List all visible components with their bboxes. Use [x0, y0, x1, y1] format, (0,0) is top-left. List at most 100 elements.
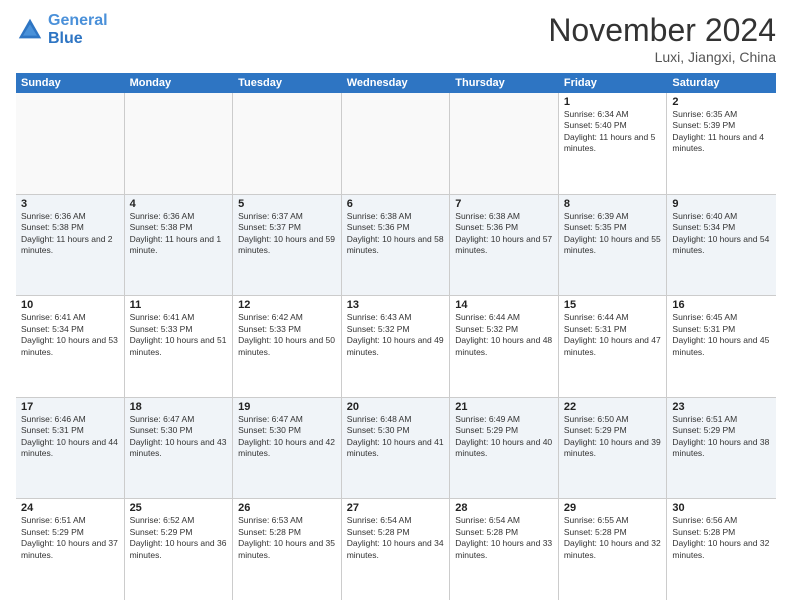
day-number: 4 [130, 198, 228, 210]
calendar-cell-empty [450, 93, 559, 194]
day-info: Sunrise: 6:51 AMSunset: 5:29 PMDaylight:… [672, 414, 771, 460]
day-number: 18 [130, 401, 228, 413]
header: General Blue November 2024 Luxi, Jiangxi… [16, 12, 776, 65]
day-number: 19 [238, 401, 336, 413]
header-cell-thursday: Thursday [450, 73, 559, 93]
day-number: 9 [672, 198, 771, 210]
day-info: Sunrise: 6:44 AMSunset: 5:32 PMDaylight:… [455, 312, 553, 358]
day-info: Sunrise: 6:56 AMSunset: 5:28 PMDaylight:… [672, 515, 771, 561]
calendar-cell-12: 12Sunrise: 6:42 AMSunset: 5:33 PMDayligh… [233, 296, 342, 397]
calendar-cell-24: 24Sunrise: 6:51 AMSunset: 5:29 PMDayligh… [16, 499, 125, 600]
calendar-cell-5: 5Sunrise: 6:37 AMSunset: 5:37 PMDaylight… [233, 195, 342, 296]
calendar-cell-25: 25Sunrise: 6:52 AMSunset: 5:29 PMDayligh… [125, 499, 234, 600]
day-info: Sunrise: 6:39 AMSunset: 5:35 PMDaylight:… [564, 211, 662, 257]
day-number: 16 [672, 299, 771, 311]
calendar-cell-29: 29Sunrise: 6:55 AMSunset: 5:28 PMDayligh… [559, 499, 668, 600]
page: General Blue November 2024 Luxi, Jiangxi… [0, 0, 792, 612]
calendar-row-2: 10Sunrise: 6:41 AMSunset: 5:34 PMDayligh… [16, 296, 776, 398]
calendar-cell-3: 3Sunrise: 6:36 AMSunset: 5:38 PMDaylight… [16, 195, 125, 296]
day-info: Sunrise: 6:50 AMSunset: 5:29 PMDaylight:… [564, 414, 662, 460]
day-number: 11 [130, 299, 228, 311]
day-info: Sunrise: 6:36 AMSunset: 5:38 PMDaylight:… [130, 211, 228, 257]
day-number: 28 [455, 502, 553, 514]
day-info: Sunrise: 6:34 AMSunset: 5:40 PMDaylight:… [564, 109, 662, 155]
day-info: Sunrise: 6:51 AMSunset: 5:29 PMDaylight:… [21, 515, 119, 561]
day-info: Sunrise: 6:38 AMSunset: 5:36 PMDaylight:… [347, 211, 445, 257]
day-info: Sunrise: 6:54 AMSunset: 5:28 PMDaylight:… [455, 515, 553, 561]
day-number: 20 [347, 401, 445, 413]
day-info: Sunrise: 6:46 AMSunset: 5:31 PMDaylight:… [21, 414, 119, 460]
day-info: Sunrise: 6:53 AMSunset: 5:28 PMDaylight:… [238, 515, 336, 561]
calendar-cell-2: 2Sunrise: 6:35 AMSunset: 5:39 PMDaylight… [667, 93, 776, 194]
day-number: 6 [347, 198, 445, 210]
calendar-cell-8: 8Sunrise: 6:39 AMSunset: 5:35 PMDaylight… [559, 195, 668, 296]
day-info: Sunrise: 6:47 AMSunset: 5:30 PMDaylight:… [130, 414, 228, 460]
day-number: 2 [672, 96, 771, 108]
calendar-row-3: 17Sunrise: 6:46 AMSunset: 5:31 PMDayligh… [16, 398, 776, 500]
header-cell-tuesday: Tuesday [233, 73, 342, 93]
day-info: Sunrise: 6:45 AMSunset: 5:31 PMDaylight:… [672, 312, 771, 358]
calendar-cell-30: 30Sunrise: 6:56 AMSunset: 5:28 PMDayligh… [667, 499, 776, 600]
day-info: Sunrise: 6:54 AMSunset: 5:28 PMDaylight:… [347, 515, 445, 561]
calendar-cell-empty [125, 93, 234, 194]
header-cell-monday: Monday [125, 73, 234, 93]
calendar-cell-10: 10Sunrise: 6:41 AMSunset: 5:34 PMDayligh… [16, 296, 125, 397]
day-number: 21 [455, 401, 553, 413]
logo-text: General Blue [48, 12, 108, 47]
day-info: Sunrise: 6:48 AMSunset: 5:30 PMDaylight:… [347, 414, 445, 460]
day-number: 10 [21, 299, 119, 311]
header-cell-friday: Friday [559, 73, 668, 93]
day-number: 29 [564, 502, 662, 514]
calendar-cell-11: 11Sunrise: 6:41 AMSunset: 5:33 PMDayligh… [125, 296, 234, 397]
day-number: 17 [21, 401, 119, 413]
header-cell-sunday: Sunday [16, 73, 125, 93]
day-number: 25 [130, 502, 228, 514]
calendar-cell-empty [16, 93, 125, 194]
month-title: November 2024 [548, 12, 776, 49]
day-info: Sunrise: 6:52 AMSunset: 5:29 PMDaylight:… [130, 515, 228, 561]
title-section: November 2024 Luxi, Jiangxi, China [548, 12, 776, 65]
calendar-cell-21: 21Sunrise: 6:49 AMSunset: 5:29 PMDayligh… [450, 398, 559, 499]
day-info: Sunrise: 6:41 AMSunset: 5:34 PMDaylight:… [21, 312, 119, 358]
calendar-cell-26: 26Sunrise: 6:53 AMSunset: 5:28 PMDayligh… [233, 499, 342, 600]
calendar-cell-9: 9Sunrise: 6:40 AMSunset: 5:34 PMDaylight… [667, 195, 776, 296]
day-info: Sunrise: 6:35 AMSunset: 5:39 PMDaylight:… [672, 109, 771, 155]
calendar-cell-19: 19Sunrise: 6:47 AMSunset: 5:30 PMDayligh… [233, 398, 342, 499]
calendar-cell-27: 27Sunrise: 6:54 AMSunset: 5:28 PMDayligh… [342, 499, 451, 600]
day-info: Sunrise: 6:44 AMSunset: 5:31 PMDaylight:… [564, 312, 662, 358]
day-info: Sunrise: 6:49 AMSunset: 5:29 PMDaylight:… [455, 414, 553, 460]
calendar-cell-28: 28Sunrise: 6:54 AMSunset: 5:28 PMDayligh… [450, 499, 559, 600]
day-info: Sunrise: 6:37 AMSunset: 5:37 PMDaylight:… [238, 211, 336, 257]
calendar-cell-23: 23Sunrise: 6:51 AMSunset: 5:29 PMDayligh… [667, 398, 776, 499]
day-info: Sunrise: 6:42 AMSunset: 5:33 PMDaylight:… [238, 312, 336, 358]
day-number: 5 [238, 198, 336, 210]
day-number: 15 [564, 299, 662, 311]
day-number: 26 [238, 502, 336, 514]
day-info: Sunrise: 6:43 AMSunset: 5:32 PMDaylight:… [347, 312, 445, 358]
logo-icon [16, 16, 44, 44]
day-number: 7 [455, 198, 553, 210]
calendar-cell-empty [342, 93, 451, 194]
calendar-row-0: 1Sunrise: 6:34 AMSunset: 5:40 PMDaylight… [16, 93, 776, 195]
calendar-cell-1: 1Sunrise: 6:34 AMSunset: 5:40 PMDaylight… [559, 93, 668, 194]
calendar-cell-15: 15Sunrise: 6:44 AMSunset: 5:31 PMDayligh… [559, 296, 668, 397]
calendar-cell-22: 22Sunrise: 6:50 AMSunset: 5:29 PMDayligh… [559, 398, 668, 499]
calendar-row-1: 3Sunrise: 6:36 AMSunset: 5:38 PMDaylight… [16, 195, 776, 297]
day-number: 8 [564, 198, 662, 210]
day-info: Sunrise: 6:55 AMSunset: 5:28 PMDaylight:… [564, 515, 662, 561]
logo: General Blue [16, 12, 108, 47]
day-info: Sunrise: 6:40 AMSunset: 5:34 PMDaylight:… [672, 211, 771, 257]
day-info: Sunrise: 6:38 AMSunset: 5:36 PMDaylight:… [455, 211, 553, 257]
day-info: Sunrise: 6:47 AMSunset: 5:30 PMDaylight:… [238, 414, 336, 460]
logo-line1: General [48, 12, 108, 29]
day-info: Sunrise: 6:41 AMSunset: 5:33 PMDaylight:… [130, 312, 228, 358]
location: Luxi, Jiangxi, China [548, 49, 776, 65]
calendar-cell-6: 6Sunrise: 6:38 AMSunset: 5:36 PMDaylight… [342, 195, 451, 296]
day-number: 1 [564, 96, 662, 108]
day-number: 13 [347, 299, 445, 311]
calendar-cell-17: 17Sunrise: 6:46 AMSunset: 5:31 PMDayligh… [16, 398, 125, 499]
day-number: 12 [238, 299, 336, 311]
logo-line2: Blue [48, 30, 83, 47]
day-info: Sunrise: 6:36 AMSunset: 5:38 PMDaylight:… [21, 211, 119, 257]
day-number: 30 [672, 502, 771, 514]
